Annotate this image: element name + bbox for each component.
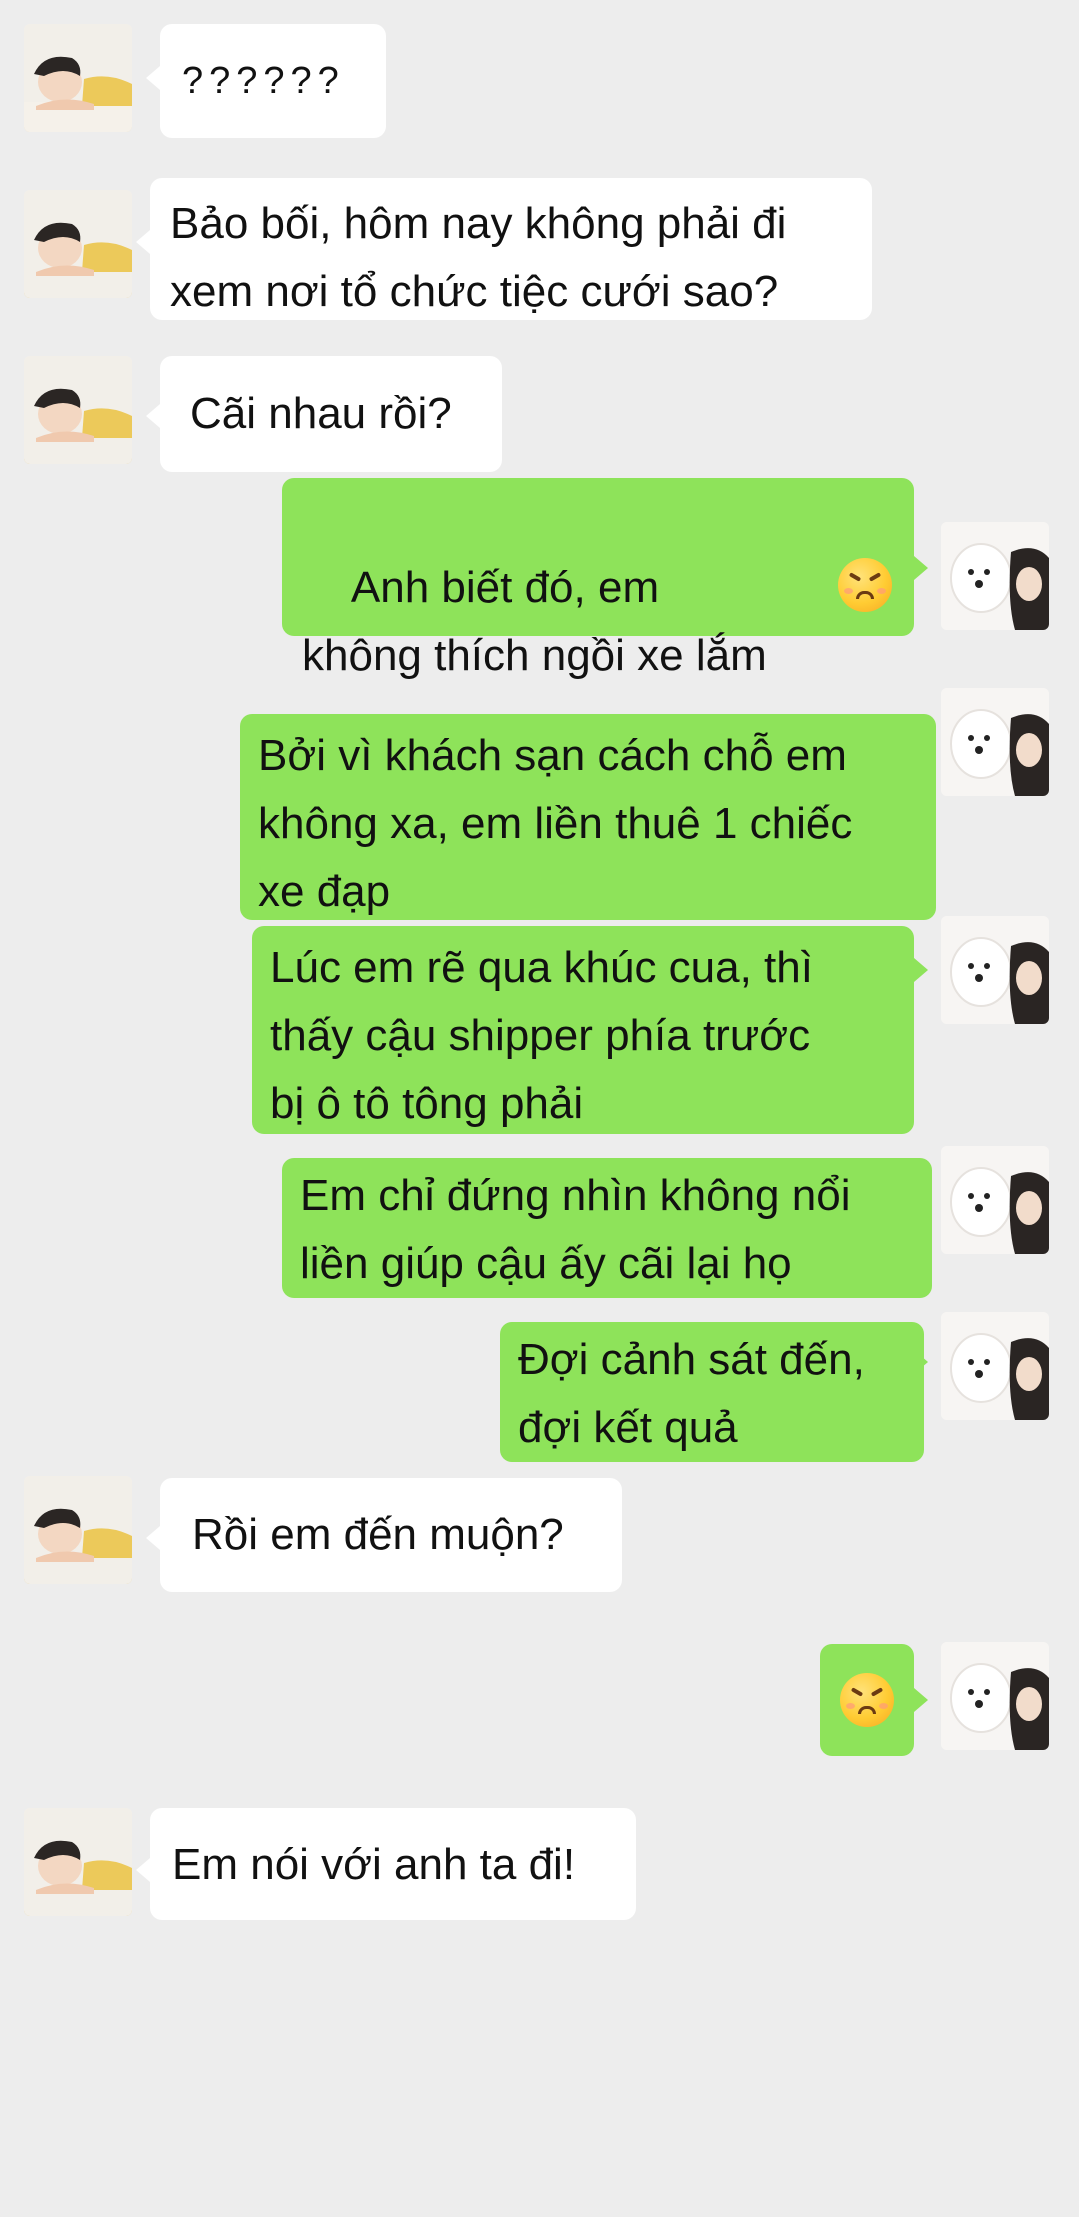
message-bubble[interactable]: Rồi em đến muộn? — [160, 1478, 622, 1592]
message-bubble[interactable]: Đợi cảnh sát đến, đợi kết quả — [500, 1322, 924, 1462]
message-bubble[interactable]: Em nói với anh ta đi! — [150, 1808, 636, 1920]
contact-avatar[interactable] — [24, 1476, 132, 1584]
boy-avatar-icon — [24, 1808, 132, 1916]
message-bubble[interactable]: Bởi vì khách sạn cách chỗ em không xa, e… — [240, 714, 936, 920]
bubble-tail — [914, 958, 928, 982]
bubble-tail — [146, 404, 160, 428]
bubble-tail — [914, 1688, 928, 1712]
contact-avatar[interactable] — [24, 356, 132, 464]
contact-avatar[interactable] — [24, 190, 132, 298]
self-avatar[interactable] — [941, 688, 1049, 796]
contact-avatar[interactable] — [24, 1808, 132, 1916]
bubble-tail — [146, 66, 160, 90]
dog-and-girl-avatar-icon — [941, 688, 1049, 796]
message-bubble[interactable]: Anh biết đó, em không thích ngồi xe lắm — [282, 478, 914, 680]
message-bubble[interactable]: Em chỉ đứng nhìn không nổi liền giúp cậu… — [282, 1158, 932, 1298]
message-text: Anh biết đó, em không thích ngồi xe lắm — [302, 563, 767, 680]
dog-and-girl-avatar-icon — [941, 1312, 1049, 1420]
bubble-tail — [914, 722, 928, 746]
message-bubble[interactable]: Lúc em rẽ qua khúc cua, thì thấy cậu shi… — [252, 926, 914, 1134]
dog-and-girl-avatar-icon — [941, 1146, 1049, 1254]
self-avatar[interactable] — [941, 916, 1049, 1024]
message-bubble[interactable] — [820, 1644, 914, 1756]
dog-and-girl-avatar-icon — [941, 1642, 1049, 1750]
self-avatar[interactable] — [941, 1642, 1049, 1750]
self-avatar[interactable] — [941, 522, 1049, 630]
persevering-face-emoji-icon — [838, 558, 892, 612]
message-bubble[interactable]: ?????? — [160, 24, 386, 138]
persevering-face-emoji-icon — [840, 1673, 894, 1727]
boy-avatar-icon — [24, 356, 132, 464]
dog-and-girl-avatar-icon — [941, 916, 1049, 1024]
bubble-tail — [136, 230, 150, 254]
message-bubble[interactable]: Cãi nhau rồi? — [160, 356, 502, 472]
bubble-tail — [914, 1180, 928, 1204]
dog-and-girl-avatar-icon — [941, 522, 1049, 630]
contact-avatar[interactable] — [24, 24, 132, 132]
bubble-tail — [914, 556, 928, 580]
self-avatar[interactable] — [941, 1312, 1049, 1420]
bubble-tail — [136, 1858, 150, 1882]
bubble-tail — [146, 1526, 160, 1550]
boy-avatar-icon — [24, 24, 132, 132]
bubble-tail — [914, 1350, 928, 1374]
message-bubble[interactable]: Bảo bối, hôm nay không phải đi xem nơi t… — [150, 178, 872, 320]
boy-avatar-icon — [24, 1476, 132, 1584]
self-avatar[interactable] — [941, 1146, 1049, 1254]
boy-avatar-icon — [24, 190, 132, 298]
